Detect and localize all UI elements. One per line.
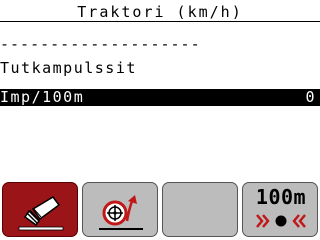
section-label: Tutkampulssit	[0, 59, 137, 77]
wheel-rotate-icon	[99, 195, 143, 230]
imp-per-100m-value[interactable]: 0	[305, 89, 316, 106]
calibrate-disc-icon	[18, 196, 64, 231]
page-title: Traktori (km/h)	[77, 3, 243, 21]
softkey-wheel-button[interactable]	[82, 182, 158, 237]
separator-line: --------------------	[0, 35, 201, 53]
terminal-screen: Traktori (km/h) -------------------- Tut…	[0, 0, 320, 240]
imp-per-100m-label: Imp/100m	[0, 88, 85, 106]
softkey-bar: 100m	[0, 182, 320, 240]
imp-per-100m-row[interactable]: Imp/100m 0	[0, 89, 320, 106]
softkey-calibrate-button[interactable]	[2, 182, 78, 237]
softkey-100m-button[interactable]: 100m	[242, 182, 318, 237]
softkey-empty-button[interactable]	[162, 182, 238, 237]
title-divider	[0, 21, 320, 22]
distance-measure-icon	[256, 214, 306, 228]
